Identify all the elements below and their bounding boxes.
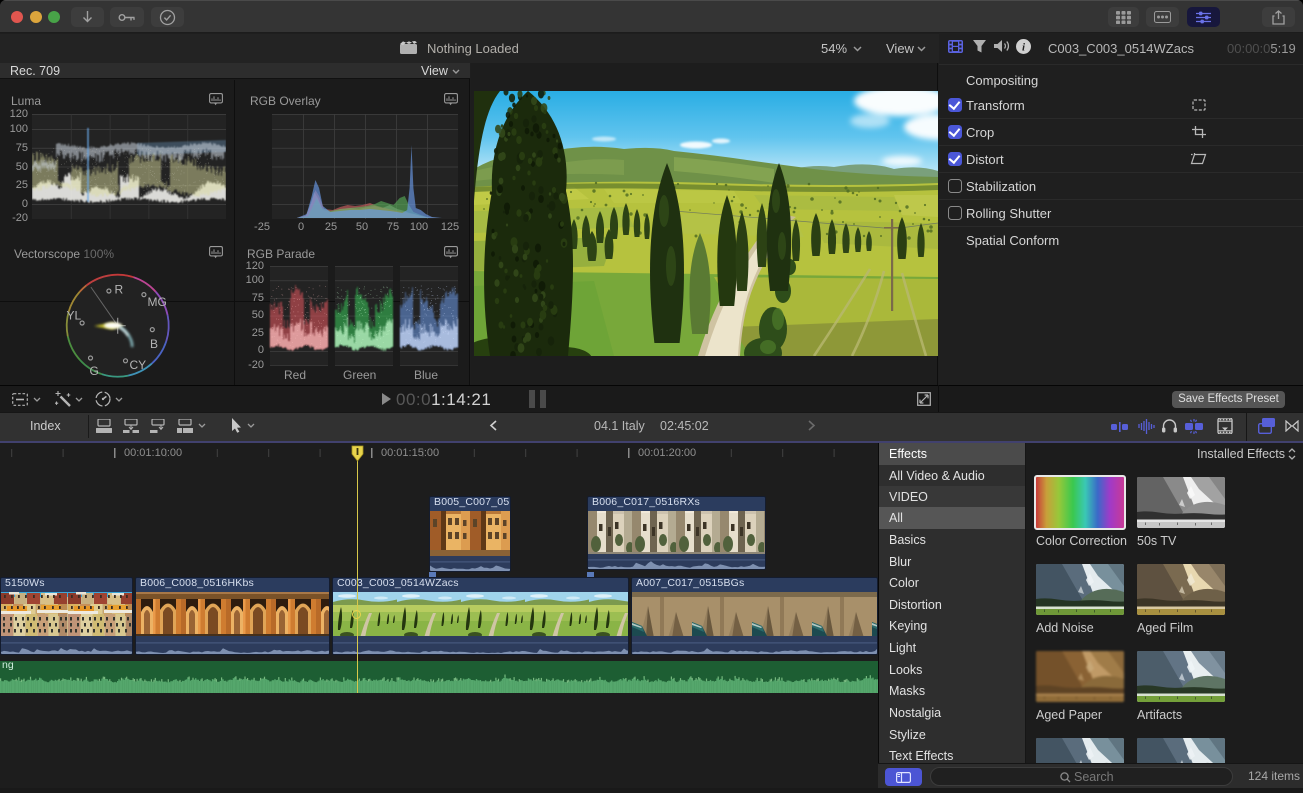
svg-text:G: G — [90, 364, 99, 378]
svg-text:YL: YL — [67, 309, 82, 323]
svg-text:MG: MG — [148, 295, 167, 309]
svg-text:B: B — [150, 337, 158, 351]
svg-text:CY: CY — [130, 358, 147, 372]
svg-text:R: R — [115, 283, 124, 297]
